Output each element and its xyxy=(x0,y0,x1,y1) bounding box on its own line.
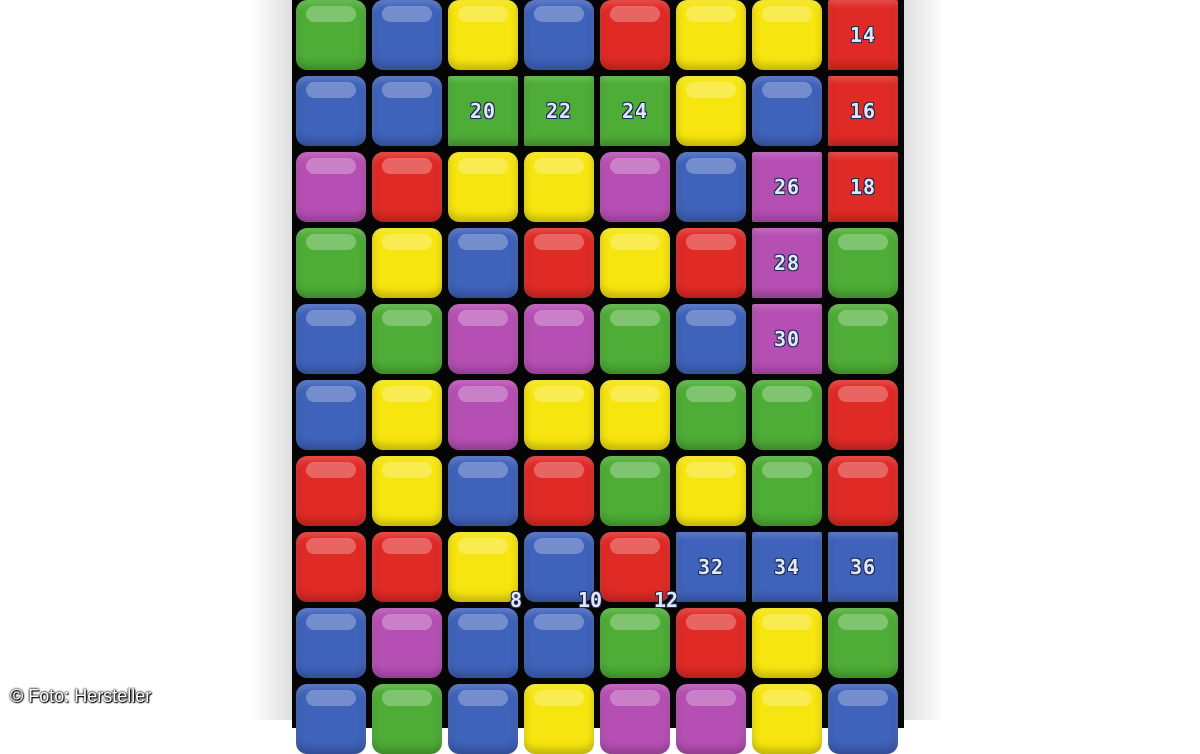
tile-r0-c4-red[interactable] xyxy=(600,0,670,70)
tile-r5-c3-yellow[interactable] xyxy=(524,380,594,450)
tile-r3-c0-green[interactable] xyxy=(296,228,366,298)
tile-number: 18 xyxy=(849,175,877,199)
tile-r2-c7-red[interactable]: 18 xyxy=(828,152,898,222)
tile-r4-c4-green[interactable] xyxy=(600,304,670,374)
photo-credit: © Foto: Hersteller xyxy=(10,686,152,706)
tile-r0-c6-yellow[interactable] xyxy=(752,0,822,70)
tile-r1-c2-green[interactable]: 20 xyxy=(448,76,518,146)
chain-number-8: 8 xyxy=(510,588,523,612)
tile-number: 34 xyxy=(773,555,801,579)
tile-r2-c0-purple[interactable] xyxy=(296,152,366,222)
tile-r4-c7-green[interactable] xyxy=(828,304,898,374)
tile-r8-c4-green[interactable] xyxy=(600,608,670,678)
tile-r4-c5-blue[interactable] xyxy=(676,304,746,374)
tile-r4-c2-purple[interactable] xyxy=(448,304,518,374)
tile-number: 26 xyxy=(773,175,801,199)
tile-number: 28 xyxy=(773,251,801,275)
tile-r5-c5-green[interactable] xyxy=(676,380,746,450)
tile-r5-c7-red[interactable] xyxy=(828,380,898,450)
tile-r7-c1-red[interactable] xyxy=(372,532,442,602)
tile-r4-c1-green[interactable] xyxy=(372,304,442,374)
tile-r1-c6-blue[interactable] xyxy=(752,76,822,146)
tile-number: 24 xyxy=(621,99,649,123)
tile-r4-c3-purple[interactable] xyxy=(524,304,594,374)
tile-r3-c2-blue[interactable] xyxy=(448,228,518,298)
tile-r3-c7-green[interactable] xyxy=(828,228,898,298)
chain-number-10: 10 xyxy=(578,588,603,612)
tile-r3-c3-red[interactable] xyxy=(524,228,594,298)
tile-r9-c6-yellow[interactable] xyxy=(752,684,822,754)
tile-number: 36 xyxy=(849,555,877,579)
tile-r5-c1-yellow[interactable] xyxy=(372,380,442,450)
tile-r1-c4-green[interactable]: 24 xyxy=(600,76,670,146)
tile-r5-c6-green[interactable] xyxy=(752,380,822,450)
tile-r2-c5-blue[interactable] xyxy=(676,152,746,222)
tile-r6-c5-yellow[interactable] xyxy=(676,456,746,526)
tile-r1-c0-blue[interactable] xyxy=(296,76,366,146)
tile-r1-c7-red[interactable]: 16 xyxy=(828,76,898,146)
tile-r6-c6-green[interactable] xyxy=(752,456,822,526)
tile-number: 32 xyxy=(697,555,725,579)
tile-r6-c7-red[interactable] xyxy=(828,456,898,526)
tile-r3-c4-yellow[interactable] xyxy=(600,228,670,298)
tile-r4-c6-purple[interactable]: 30 xyxy=(752,304,822,374)
tile-r2-c1-red[interactable] xyxy=(372,152,442,222)
tile-r6-c3-red[interactable] xyxy=(524,456,594,526)
tile-r8-c1-purple[interactable] xyxy=(372,608,442,678)
tile-r8-c3-blue[interactable] xyxy=(524,608,594,678)
tile-r7-c6-blue[interactable]: 34 xyxy=(752,532,822,602)
chain-number-12: 12 xyxy=(654,588,679,612)
tile-r3-c5-red[interactable] xyxy=(676,228,746,298)
tile-r7-c0-red[interactable] xyxy=(296,532,366,602)
tile-r0-c3-blue[interactable] xyxy=(524,0,594,70)
tile-r9-c4-purple[interactable] xyxy=(600,684,670,754)
tile-r2-c3-yellow[interactable] xyxy=(524,152,594,222)
game-board: 36 34 32 30 28 18 26 16 24 22 20 14 8 10 12 xyxy=(292,0,904,754)
tile-r9-c1-green[interactable] xyxy=(372,684,442,754)
tile-r3-c6-purple[interactable]: 28 xyxy=(752,228,822,298)
tile-r7-c7-blue[interactable]: 36 xyxy=(828,532,898,602)
tile-r1-c1-blue[interactable] xyxy=(372,76,442,146)
tile-r8-c7-green[interactable] xyxy=(828,608,898,678)
board-shadow-left xyxy=(252,0,292,720)
tile-r0-c5-yellow[interactable] xyxy=(676,0,746,70)
tile-r6-c0-red[interactable] xyxy=(296,456,366,526)
tile-r0-c7-red[interactable]: 14 xyxy=(828,0,898,70)
tile-r6-c2-blue[interactable] xyxy=(448,456,518,526)
tile-r9-c7-blue[interactable] xyxy=(828,684,898,754)
tile-r0-c0-green[interactable] xyxy=(296,0,366,70)
tile-number: 16 xyxy=(849,99,877,123)
board-shadow-right xyxy=(904,0,944,720)
tile-r9-c3-yellow[interactable] xyxy=(524,684,594,754)
tile-r9-c5-purple[interactable] xyxy=(676,684,746,754)
tile-r0-c2-yellow[interactable] xyxy=(448,0,518,70)
tile-r8-c5-red[interactable] xyxy=(676,608,746,678)
tile-r5-c2-purple[interactable] xyxy=(448,380,518,450)
tile-r5-c0-blue[interactable] xyxy=(296,380,366,450)
tile-r6-c4-green[interactable] xyxy=(600,456,670,526)
tile-r1-c3-green[interactable]: 22 xyxy=(524,76,594,146)
tile-r2-c4-purple[interactable] xyxy=(600,152,670,222)
tile-r6-c1-yellow[interactable] xyxy=(372,456,442,526)
tile-r9-c2-blue[interactable] xyxy=(448,684,518,754)
tile-r7-c2-yellow[interactable] xyxy=(448,532,518,602)
tile-r8-c0-blue[interactable] xyxy=(296,608,366,678)
tile-r8-c2-blue[interactable] xyxy=(448,608,518,678)
tile-number: 14 xyxy=(849,23,877,47)
tile-r0-c1-blue[interactable] xyxy=(372,0,442,70)
tile-r1-c5-yellow[interactable] xyxy=(676,76,746,146)
tile-r9-c0-blue[interactable] xyxy=(296,684,366,754)
tile-number: 20 xyxy=(469,99,497,123)
tile-r7-c5-blue[interactable]: 32 xyxy=(676,532,746,602)
tile-r4-c0-blue[interactable] xyxy=(296,304,366,374)
tile-number: 22 xyxy=(545,99,573,123)
tile-r2-c6-purple[interactable]: 26 xyxy=(752,152,822,222)
tile-number: 30 xyxy=(773,327,801,351)
tile-r2-c2-yellow[interactable] xyxy=(448,152,518,222)
tile-r5-c4-yellow[interactable] xyxy=(600,380,670,450)
tile-r3-c1-yellow[interactable] xyxy=(372,228,442,298)
tile-r8-c6-yellow[interactable] xyxy=(752,608,822,678)
